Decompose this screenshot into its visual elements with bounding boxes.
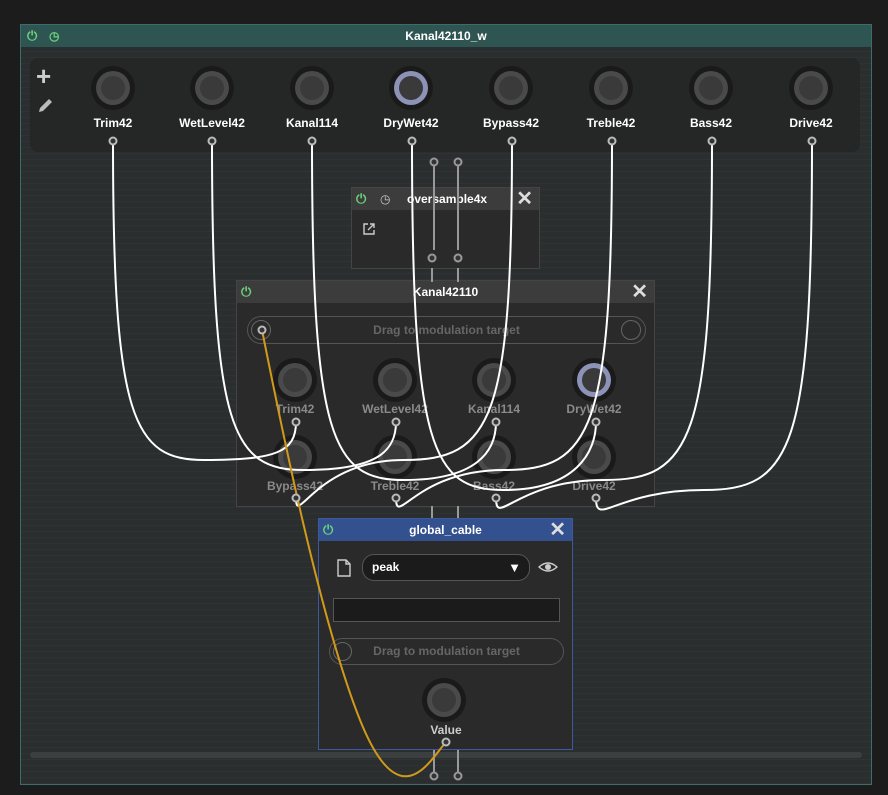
oversample-title: oversample4x: [407, 192, 488, 206]
knob-label: Trim42: [93, 116, 133, 130]
clock-icon[interactable]: ◷: [380, 188, 390, 210]
param-knob[interactable]: [472, 358, 516, 402]
main-title: Kanal42110_w: [405, 29, 487, 43]
global-cable-title: global_cable: [409, 523, 482, 537]
modulation-drag-bar[interactable]: Drag to modulation target: [247, 316, 646, 344]
chevron-down-icon: ▼: [508, 560, 521, 575]
knob-dial[interactable]: [290, 66, 334, 110]
param-knob[interactable]: [572, 358, 616, 402]
drag-label: Drag to modulation target: [373, 644, 520, 658]
external-link-icon[interactable]: [362, 222, 376, 236]
oversample-panel: ⏻ ◷ oversample4x ✕: [351, 187, 540, 269]
close-icon[interactable]: ✕: [516, 188, 533, 210]
knob-label: Drive42: [789, 116, 833, 130]
macro-knob-bar: [30, 58, 860, 152]
value-knob-label: Value: [430, 723, 462, 737]
eye-icon[interactable]: [537, 559, 559, 575]
param-knob[interactable]: [273, 358, 317, 402]
knob-dial[interactable]: [689, 66, 733, 110]
knob-dial[interactable]: [789, 66, 833, 110]
knob-label: Bass42: [689, 116, 733, 130]
param-knob[interactable]: [373, 358, 417, 402]
param-knob-label: Trim42: [275, 402, 315, 416]
modulation-drag-bar[interactable]: Drag to modulation target: [329, 638, 564, 665]
drag-label: Drag to modulation target: [373, 323, 520, 337]
knob-dial[interactable]: [389, 66, 433, 110]
param-knob-label: Treble42: [370, 479, 420, 493]
param-knob-label: Drive42: [572, 479, 616, 493]
knob-dial[interactable]: [489, 66, 533, 110]
file-icon[interactable]: [337, 559, 351, 577]
knob-label: Kanal114: [285, 116, 339, 130]
main-title-bar[interactable]: ⏻ ◷ Kanal42110_w: [21, 25, 871, 47]
close-icon[interactable]: ✕: [631, 281, 648, 303]
kanal-title: Kanal42110: [412, 285, 479, 299]
param-knob-label: Kanal114: [467, 402, 521, 416]
param-knob-label: DryWet42: [566, 402, 622, 416]
crosshair-icon: [251, 320, 271, 340]
param-knob-label: Bass42: [472, 479, 516, 493]
param-knob[interactable]: [373, 435, 417, 479]
crosshair-icon: [333, 642, 352, 661]
knob-dial[interactable]: [190, 66, 234, 110]
edit-pencil-icon[interactable]: [36, 96, 56, 116]
param-knob-label: WetLevel42: [362, 402, 428, 416]
kanal-title-bar[interactable]: ⏻ Kanal42110 ✕: [237, 281, 654, 303]
value-knob[interactable]: [422, 678, 466, 722]
drag-handle-icon[interactable]: [621, 320, 641, 340]
mode-select[interactable]: peak ▼: [362, 554, 530, 581]
power-icon[interactable]: ⏻: [356, 188, 366, 210]
oversample-title-bar[interactable]: ⏻ ◷ oversample4x ✕: [352, 188, 539, 210]
knob-label: Bypass42: [482, 116, 540, 130]
horizontal-scrollbar[interactable]: [30, 752, 862, 758]
knob-dial[interactable]: [589, 66, 633, 110]
knob-label: Treble42: [586, 116, 636, 130]
global-cable-title-bar[interactable]: ⏻ global_cable ✕: [319, 519, 572, 541]
knob-label: DryWet42: [383, 116, 439, 130]
add-icon[interactable]: +: [36, 62, 51, 90]
param-knob[interactable]: [472, 435, 516, 479]
global-cable-panel: ⏻ global_cable ✕ peak ▼ Drag to modulati…: [318, 518, 573, 750]
param-knob[interactable]: [572, 435, 616, 479]
param-knob[interactable]: [273, 435, 317, 479]
knob-label: WetLevel42: [179, 116, 245, 130]
knob-dial[interactable]: [91, 66, 135, 110]
close-icon[interactable]: ✕: [549, 519, 566, 541]
value-display-field[interactable]: [333, 598, 560, 622]
mode-value: peak: [372, 560, 400, 574]
param-knob-label: Bypass42: [266, 479, 324, 493]
